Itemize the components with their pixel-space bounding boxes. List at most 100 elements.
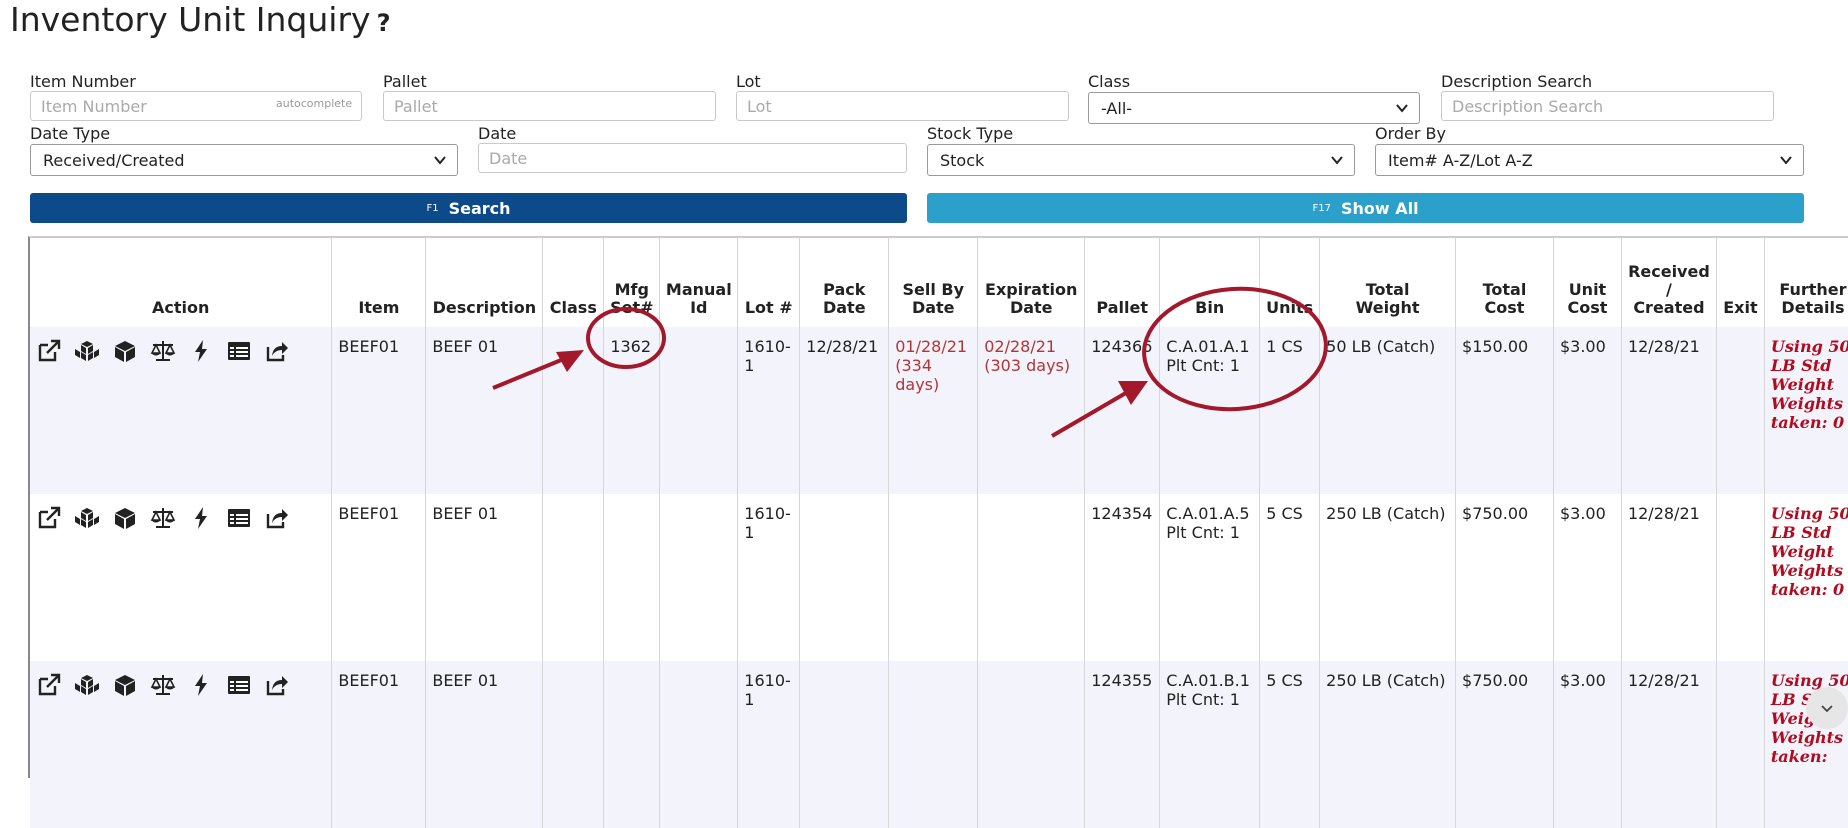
pallet-cell[interactable]: 124355 <box>1084 661 1161 828</box>
class-cell <box>542 327 605 494</box>
list-table-icon[interactable] <box>226 673 252 697</box>
lot-cell: 1610-1 <box>737 661 801 828</box>
external-link-icon[interactable] <box>36 506 62 530</box>
chevron-down-icon <box>1331 156 1343 165</box>
table-header-row: Action Item Description Class Mfg Set# Ma… <box>30 238 1848 327</box>
col-total-cost[interactable]: Total Cost <box>1455 238 1554 327</box>
results-table: Action Item Description Class Mfg Set# Ma… <box>30 238 1848 828</box>
autocomplete-hint: autocomplete <box>276 97 353 110</box>
exit-cell <box>1716 661 1765 828</box>
lot-label: Lot <box>736 72 761 91</box>
date-type-select[interactable]: Received/Created <box>30 144 458 176</box>
box-icon[interactable] <box>112 673 138 697</box>
col-units[interactable]: Units <box>1259 238 1321 327</box>
total-weight-cell: 250 LB (Catch) <box>1319 494 1457 661</box>
pallet-cell[interactable]: 124366 <box>1084 327 1161 494</box>
expiration-date-cell <box>977 661 1086 828</box>
balance-scale-icon[interactable] <box>150 339 176 363</box>
pallet-input[interactable] <box>383 91 716 121</box>
description-cell: BEEF 01 <box>425 661 544 828</box>
row-actions <box>36 671 325 697</box>
description-cell: BEEF 01 <box>425 494 544 661</box>
bolt-icon[interactable] <box>188 673 214 697</box>
boxes-icon[interactable] <box>74 673 100 697</box>
lot-input[interactable] <box>736 91 1069 121</box>
external-link-icon[interactable] <box>36 673 62 697</box>
external-link-icon[interactable] <box>36 339 62 363</box>
col-mfg-set[interactable]: Mfg Set# <box>603 238 661 327</box>
order-by-label: Order By <box>1375 124 1446 143</box>
show-all-button[interactable]: F17 Show All <box>927 193 1804 223</box>
stock-type-select[interactable]: Stock <box>927 144 1355 176</box>
manual-id-cell <box>659 661 739 828</box>
class-label: Class <box>1088 72 1131 91</box>
chevron-down-icon <box>1821 705 1833 713</box>
col-further-details[interactable]: Further Details <box>1764 238 1848 327</box>
item-cell: BEEF01 <box>331 494 427 661</box>
action-cell <box>30 327 333 494</box>
further-details-cell: Using 50 LB Std Weight Weights taken: <box>1764 661 1848 828</box>
bin-cell: C.A.01.B.1 Plt Cnt: 1 <box>1159 661 1261 828</box>
bolt-icon[interactable] <box>188 339 214 363</box>
balance-scale-icon[interactable] <box>150 506 176 530</box>
bin-cell: C.A.01.A.5 Plt Cnt: 1 <box>1159 494 1261 661</box>
exit-cell <box>1716 327 1765 494</box>
unit-cost-cell: $3.00 <box>1553 327 1622 494</box>
pallet-cell[interactable]: 124354 <box>1084 494 1161 661</box>
share-icon[interactable] <box>264 673 290 697</box>
col-total-weight[interactable]: Total Weight <box>1319 238 1457 327</box>
description-search-input[interactable] <box>1441 91 1774 121</box>
scroll-down-button[interactable] <box>1806 687 1848 729</box>
chevron-down-icon <box>1780 156 1792 165</box>
row-actions <box>36 504 325 530</box>
expiration-date-cell <box>977 494 1086 661</box>
received-created-cell: 12/28/21 <box>1621 327 1717 494</box>
plt-cnt: Plt Cnt: 1 <box>1166 690 1240 709</box>
col-action[interactable]: Action <box>30 238 333 327</box>
col-item[interactable]: Item <box>331 238 427 327</box>
description-search-label: Description Search <box>1441 72 1593 91</box>
col-expiration-date[interactable]: Expiration Date <box>977 238 1086 327</box>
mfg-set-cell <box>603 661 661 828</box>
col-sell-by-date[interactable]: Sell By Date <box>888 238 979 327</box>
box-icon[interactable] <box>112 339 138 363</box>
list-table-icon[interactable] <box>226 506 252 530</box>
box-icon[interactable] <box>112 506 138 530</box>
col-description[interactable]: Description <box>425 238 544 327</box>
col-lot[interactable]: Lot # <box>737 238 801 327</box>
col-bin[interactable]: Bin <box>1159 238 1261 327</box>
date-input[interactable] <box>478 143 907 173</box>
balance-scale-icon[interactable] <box>150 673 176 697</box>
col-exit[interactable]: Exit <box>1716 238 1765 327</box>
order-by-select[interactable]: Item# A-Z/Lot A-Z <box>1375 144 1804 176</box>
further-details-cell: Using 50 LB Std Weight Weights taken: 0 <box>1764 327 1848 494</box>
show-all-button-label: Show All <box>1340 198 1419 218</box>
list-table-icon[interactable] <box>226 339 252 363</box>
table-row[interactable]: BEEF01 BEEF 01 1610-1 124355 C.A.01.B.1 P… <box>30 661 1848 828</box>
chevron-down-icon <box>1396 104 1408 113</box>
class-cell <box>542 494 605 661</box>
pack-date-cell: 12/28/21 <box>799 327 890 494</box>
search-button[interactable]: F1 Search <box>30 193 907 223</box>
col-unit-cost[interactable]: Unit Cost <box>1553 238 1622 327</box>
bolt-icon[interactable] <box>188 506 214 530</box>
col-pack-date[interactable]: Pack Date <box>799 238 890 327</box>
table-row[interactable]: BEEF01 BEEF 01 1610-1 124354 C.A.01.A.5 P… <box>30 494 1848 661</box>
row-actions <box>36 337 325 363</box>
pack-date-cell <box>799 661 890 828</box>
share-icon[interactable] <box>264 339 290 363</box>
class-select[interactable]: -All- <box>1088 92 1420 124</box>
class-cell <box>542 661 605 828</box>
table-row[interactable]: BEEF01 BEEF 01 1362 1610-1 12/28/21 01/2… <box>30 327 1848 494</box>
page-title: Inventory Unit Inquiry? <box>10 0 391 39</box>
boxes-icon[interactable] <box>74 506 100 530</box>
help-icon[interactable]: ? <box>377 9 391 37</box>
col-received-created[interactable]: Received / Created <box>1621 238 1717 327</box>
bin-code: C.A.01.A.5 <box>1166 504 1250 523</box>
boxes-icon[interactable] <box>74 339 100 363</box>
share-icon[interactable] <box>264 506 290 530</box>
col-class[interactable]: Class <box>542 238 605 327</box>
col-pallet[interactable]: Pallet <box>1084 238 1161 327</box>
date-type-label: Date Type <box>30 124 111 143</box>
col-manual-id[interactable]: Manual Id <box>659 238 739 327</box>
